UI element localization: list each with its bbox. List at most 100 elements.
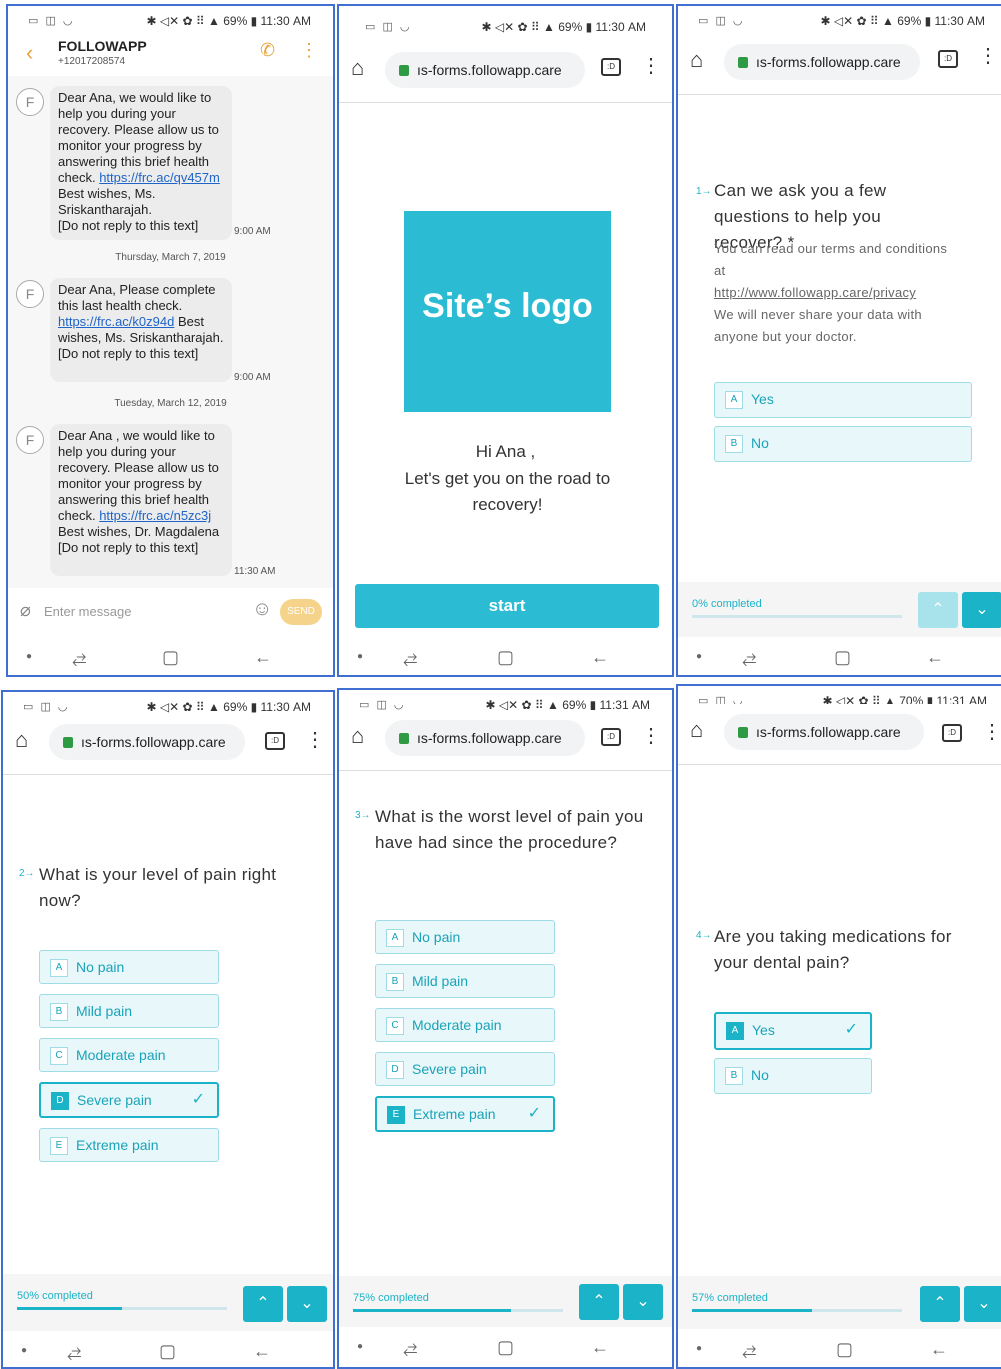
status-icons-left: ▭ ◫ ◡ <box>365 21 412 33</box>
message-link[interactable]: https://frc.ac/n5zc3j <box>99 508 211 523</box>
more-icon[interactable]: ⋮ <box>300 40 318 61</box>
option-b[interactable]: B Mild pain <box>375 964 555 998</box>
url-bar[interactable]: ıs-forms.followapp.care <box>385 720 585 756</box>
terms-text: You can read our terms and conditions at… <box>714 241 948 344</box>
option-e[interactable]: E Extreme pain <box>39 1128 219 1162</box>
url-bar[interactable]: ıs-forms.followapp.care <box>724 714 924 750</box>
message-time: 11:30 AM <box>234 566 276 577</box>
url-bar[interactable]: ıs-forms.followapp.care <box>385 52 585 88</box>
prev-question-button[interactable]: ⌃ <box>918 592 958 628</box>
home-icon[interactable]: ⌂ <box>15 728 39 752</box>
recents-icon[interactable]: ⥄ <box>742 647 756 668</box>
attach-icon[interactable]: ⌀ <box>20 600 31 621</box>
android-nav-bar: ● ⥄ ▢ ← <box>678 1329 1001 1367</box>
menu-icon[interactable]: ⋮ <box>978 46 998 66</box>
start-button[interactable]: start <box>355 584 659 628</box>
option-b[interactable]: B Mild pain <box>39 994 219 1028</box>
message-bubble: Dear Ana , we would like to help you dur… <box>50 424 232 576</box>
home-square-icon[interactable]: ▢ <box>834 647 851 668</box>
home-icon[interactable]: ⌂ <box>351 724 375 748</box>
question1-panel: ▭ ◫ ◡ ✱ ◁✕ ✿ ⠿ ▲ 69% ▮ 11:30 AM ⌂ ıs-for… <box>676 4 1001 677</box>
status-icons-right: ✱ ◁✕ ✿ ⠿ ▲ 69% ▮ 11:30 AM <box>481 20 647 34</box>
option-a[interactable]: A No pain <box>375 920 555 954</box>
tabs-icon[interactable]: :D <box>942 724 962 742</box>
message-link[interactable]: https://frc.ac/qv457m <box>99 170 220 185</box>
home-square-icon[interactable]: ▢ <box>836 1339 853 1360</box>
tabs-icon[interactable]: :D <box>265 732 285 750</box>
prev-question-button[interactable]: ⌃ <box>579 1284 619 1320</box>
status-icons-left: ▭ ◫ ◡ <box>28 15 75 27</box>
prev-question-button[interactable]: ⌃ <box>920 1286 960 1322</box>
tabs-icon[interactable]: :D <box>938 50 958 68</box>
emoji-icon[interactable]: ☺ <box>252 598 272 621</box>
message-input[interactable]: Enter message <box>44 604 131 619</box>
option-yes-selected[interactable]: A Yes ✓ <box>714 1012 872 1050</box>
next-question-button[interactable]: ⌄ <box>962 592 1001 628</box>
option-d[interactable]: D Severe pain <box>375 1052 555 1086</box>
home-icon[interactable]: ⌂ <box>690 48 714 72</box>
recents-icon[interactable]: ⥄ <box>742 1339 756 1360</box>
message-link[interactable]: https://frc.ac/k0z94d <box>58 314 174 329</box>
question-text: Are you taking medications for your dent… <box>714 927 952 972</box>
home-icon[interactable]: ⌂ <box>690 718 714 742</box>
tabs-icon[interactable]: :D <box>601 58 621 76</box>
home-icon[interactable]: ⌂ <box>351 56 375 80</box>
question-number: 4→ <box>696 930 712 941</box>
back-arrow-icon[interactable]: ← <box>253 1341 271 1362</box>
check-icon: ✓ <box>527 1105 541 1122</box>
prev-question-button[interactable]: ⌃ <box>243 1286 283 1322</box>
url-bar[interactable]: ıs-forms.followapp.care <box>49 724 245 760</box>
back-icon[interactable]: ‹ <box>26 40 33 66</box>
progress-bar <box>353 1309 563 1312</box>
nav-dot-icon: ● <box>21 1345 28 1356</box>
progress-footer: 0% completed ⌃ ⌄ <box>678 582 1001 642</box>
question-text: What is your level of pain right now? <box>39 865 277 910</box>
send-button[interactable]: SEND <box>280 599 322 625</box>
next-question-button[interactable]: ⌄ <box>623 1284 663 1320</box>
avatar: F <box>16 280 44 308</box>
url-text: ıs-forms.followapp.care <box>756 54 901 70</box>
menu-icon[interactable]: ⋮ <box>641 726 661 746</box>
tabs-icon[interactable]: :D <box>601 728 621 746</box>
sms-panel: ▭ ◫ ◡ ✱ ◁✕ ✿ ⠿ ▲ 69% ▮ 11:30 AM ‹ FOLLOW… <box>6 4 335 677</box>
option-yes[interactable]: A Yes <box>714 382 972 418</box>
lock-icon <box>399 733 409 744</box>
option-no[interactable]: B No <box>714 426 972 462</box>
home-square-icon[interactable]: ▢ <box>159 1341 176 1362</box>
phone-icon[interactable]: ✆ <box>260 40 275 61</box>
recents-icon[interactable]: ⥄ <box>72 647 86 668</box>
message-footer: [Do not reply to this text] <box>58 346 199 361</box>
home-square-icon[interactable]: ▢ <box>162 647 179 668</box>
option-a[interactable]: A No pain <box>39 950 219 984</box>
option-c[interactable]: C Moderate pain <box>375 1008 555 1042</box>
option-no[interactable]: B No <box>714 1058 872 1094</box>
home-square-icon[interactable]: ▢ <box>497 647 514 668</box>
avatar: F <box>16 88 44 116</box>
terms-link[interactable]: http://www.followapp.care/privacy <box>714 285 916 300</box>
menu-icon[interactable]: ⋮ <box>641 56 661 76</box>
back-arrow-icon[interactable]: ← <box>591 647 609 668</box>
back-arrow-icon[interactable]: ← <box>926 647 944 668</box>
site-logo: Site’s logo <box>404 211 611 412</box>
recents-icon[interactable]: ⥄ <box>403 647 417 668</box>
url-bar[interactable]: ıs-forms.followapp.care <box>724 44 920 80</box>
back-arrow-icon[interactable]: ← <box>930 1339 948 1360</box>
browser-toolbar: ⌂ ıs-forms.followapp.care :D ⋮ <box>339 42 672 103</box>
option-d-selected[interactable]: D Severe pain ✓ <box>39 1082 219 1118</box>
next-question-button[interactable]: ⌄ <box>287 1286 327 1322</box>
back-arrow-icon[interactable]: ← <box>591 1337 609 1358</box>
home-square-icon[interactable]: ▢ <box>497 1337 514 1358</box>
recents-icon[interactable]: ⥄ <box>403 1337 417 1358</box>
recents-icon[interactable]: ⥄ <box>67 1341 81 1362</box>
browser-toolbar: ⌂ ıs-forms.followapp.care :D ⋮ <box>678 704 1001 765</box>
message-bubble: Dear Ana, Please complete this last heal… <box>50 278 232 382</box>
option-e-selected[interactable]: E Extreme pain ✓ <box>375 1096 555 1132</box>
next-question-button[interactable]: ⌄ <box>964 1286 1001 1322</box>
option-c[interactable]: C Moderate pain <box>39 1038 219 1072</box>
menu-icon[interactable]: ⋮ <box>982 722 1001 742</box>
back-arrow-icon[interactable]: ← <box>254 647 272 668</box>
browser-toolbar: ⌂ ıs-forms.followapp.care :D ⋮ <box>678 34 1001 95</box>
status-bar: ▭ ◫ ◡ ✱ ◁✕ ✿ ⠿ ▲ 69% ▮ 11:30 AM <box>8 6 333 36</box>
menu-icon[interactable]: ⋮ <box>305 730 325 750</box>
question4-panel: ▭ ◫ ◡ ✱ ◁✕ ✿ ⠿ ▲ 70% ▮ 11:31 AM ⌂ ıs-for… <box>676 684 1001 1369</box>
